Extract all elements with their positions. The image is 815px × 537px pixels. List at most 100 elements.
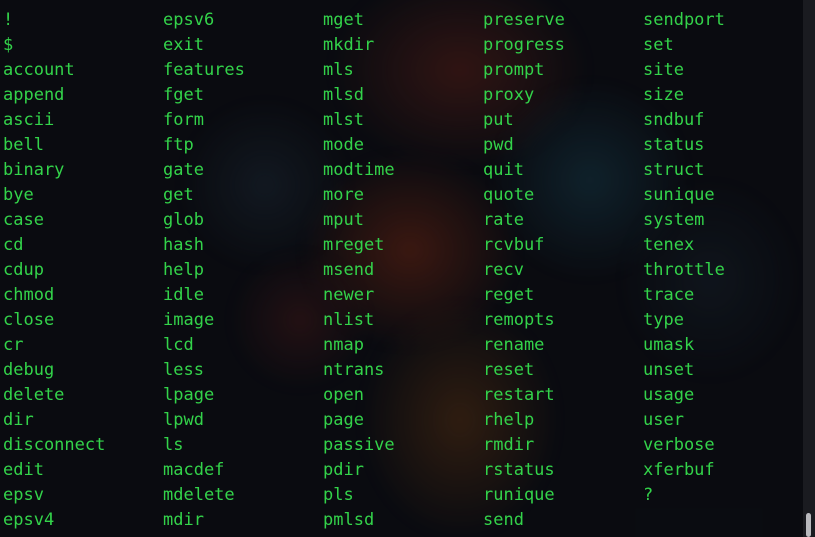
- command-entry: lpage: [163, 385, 215, 405]
- command-entry: bell: [3, 135, 44, 155]
- command-entry: get: [163, 185, 194, 205]
- command-entry: mlst: [323, 110, 364, 130]
- command-entry: passive: [323, 435, 395, 455]
- command-entry: bye: [3, 185, 34, 205]
- command-entry: size: [643, 85, 684, 105]
- command-entry: newer: [323, 285, 375, 305]
- command-entry: close: [3, 310, 55, 330]
- command-entry: mput: [323, 210, 364, 230]
- command-entry: hash: [163, 235, 204, 255]
- scrollbar-thumb[interactable]: [806, 513, 811, 537]
- command-entry: ascii: [3, 110, 55, 130]
- command-list: ! $ account append ascii bell binary bye case cd c…: [3, 8, 803, 533]
- command-entry: xferbuf: [643, 460, 715, 480]
- command-entry: user: [643, 410, 684, 430]
- command-entry: modtime: [323, 160, 395, 180]
- command-entry: system: [643, 210, 705, 230]
- command-entry: lpwd: [163, 410, 204, 430]
- command-entry: quote: [483, 185, 535, 205]
- command-entry: epsv6: [163, 10, 215, 30]
- command-entry: prompt: [483, 60, 545, 80]
- command-entry: ntrans: [323, 360, 385, 380]
- command-entry: append: [3, 85, 65, 105]
- command-entry: cdup: [3, 260, 44, 280]
- command-entry: ?: [643, 485, 654, 505]
- command-entry: chmod: [3, 285, 55, 305]
- command-entry: pmlsd: [323, 510, 375, 530]
- command-entry: lcd: [163, 335, 194, 355]
- command-entry: site: [643, 60, 684, 80]
- scrollbar[interactable]: [803, 0, 815, 537]
- command-entry: nmap: [323, 335, 364, 355]
- command-entry: pwd: [483, 135, 514, 155]
- command-entry: !: [3, 10, 14, 30]
- command-entry: $: [3, 35, 14, 55]
- command-entry: macdef: [163, 460, 225, 480]
- command-entry: msend: [323, 260, 375, 280]
- command-entry: features: [163, 60, 245, 80]
- command-entry: rename: [483, 335, 545, 355]
- command-entry: mget: [323, 10, 364, 30]
- command-entry: epsv: [3, 485, 44, 505]
- command-entry: gate: [163, 160, 204, 180]
- command-entry: open: [323, 385, 364, 405]
- command-entry: set: [643, 35, 674, 55]
- command-entry: mlsd: [323, 85, 364, 105]
- command-entry: fget: [163, 85, 204, 105]
- command-entry: umask: [643, 335, 695, 355]
- command-entry: nlist: [323, 310, 375, 330]
- command-entry: sendport: [643, 10, 725, 30]
- command-entry: rmdir: [483, 435, 535, 455]
- command-entry: rate: [483, 210, 524, 230]
- command-entry: binary: [3, 160, 65, 180]
- command-entry: remopts: [483, 310, 555, 330]
- command-entry: case: [3, 210, 44, 230]
- command-entry: dir: [3, 410, 34, 430]
- command-entry: disconnect: [3, 435, 106, 455]
- command-entry: cd: [3, 235, 24, 255]
- command-entry: unset: [643, 360, 695, 380]
- command-entry: sunique: [643, 185, 715, 205]
- command-entry: idle: [163, 285, 204, 305]
- command-entry: tenex: [643, 235, 695, 255]
- command-entry: ls: [163, 435, 184, 455]
- command-entry: trace: [643, 285, 695, 305]
- command-entry: quit: [483, 160, 524, 180]
- command-entry: preserve: [483, 10, 565, 30]
- command-entry: exit: [163, 35, 204, 55]
- command-entry: rcvbuf: [483, 235, 545, 255]
- command-entry: account: [3, 60, 75, 80]
- command-entry: rhelp: [483, 410, 535, 430]
- command-entry: pls: [323, 485, 354, 505]
- command-entry: more: [323, 185, 364, 205]
- command-entry: recv: [483, 260, 524, 280]
- command-entry: debug: [3, 360, 55, 380]
- command-entry: verbose: [643, 435, 715, 455]
- command-entry: reget: [483, 285, 535, 305]
- command-entry: mdir: [163, 510, 204, 530]
- command-entry: status: [643, 135, 705, 155]
- command-entry: delete: [3, 385, 65, 405]
- terminal-window[interactable]: ! $ account append ascii bell binary bye case cd c…: [0, 0, 803, 537]
- command-entry: mdelete: [163, 485, 235, 505]
- command-entry: edit: [3, 460, 44, 480]
- command-entry: less: [163, 360, 204, 380]
- command-entry: pdir: [323, 460, 364, 480]
- command-entry: sndbuf: [643, 110, 705, 130]
- command-entry: reset: [483, 360, 535, 380]
- command-entry: restart: [483, 385, 555, 405]
- command-entry: put: [483, 110, 514, 130]
- command-entry: cr: [3, 335, 24, 355]
- command-entry: help: [163, 260, 204, 280]
- command-entry: mls: [323, 60, 354, 80]
- command-entry: progress: [483, 35, 565, 55]
- command-entry: mode: [323, 135, 364, 155]
- command-entry: send: [483, 510, 524, 530]
- command-entry: epsv4: [3, 510, 55, 530]
- command-entry: ftp: [163, 135, 194, 155]
- command-entry: throttle: [643, 260, 725, 280]
- command-entry: form: [163, 110, 204, 130]
- command-entry: type: [643, 310, 684, 330]
- command-entry: rstatus: [483, 460, 555, 480]
- command-entry: usage: [643, 385, 695, 405]
